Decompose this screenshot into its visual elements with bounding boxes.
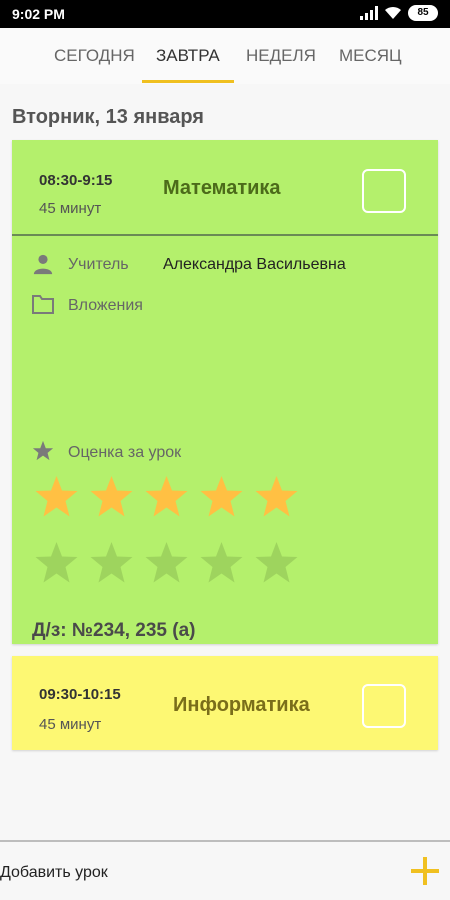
status-time: 9:02 PM — [12, 6, 65, 22]
star-filled-icon[interactable] — [89, 474, 134, 519]
lesson-time: 09:30-10:15 — [39, 686, 121, 703]
attachments-label[interactable]: Вложения — [68, 297, 143, 315]
rating-stars-row-2 — [34, 540, 299, 585]
person-icon — [33, 254, 53, 275]
homework-text: Д/з: №234, 235 (а) — [32, 620, 196, 641]
add-lesson-button[interactable] — [410, 856, 440, 886]
folder-icon — [32, 295, 54, 314]
tab-tomorrow[interactable]: ЗАВТРА — [156, 46, 220, 66]
rating-label: Оценка за урок — [68, 444, 182, 461]
card-divider — [12, 234, 438, 236]
lesson-done-checkbox[interactable] — [362, 684, 406, 728]
lesson-duration: 45 минут — [39, 716, 102, 733]
active-tab-indicator — [142, 80, 234, 83]
date-header: Вторник, 13 января — [12, 106, 204, 128]
lesson-subject: Математика — [163, 177, 281, 199]
star-empty-icon[interactable] — [34, 540, 79, 585]
tab-bar: СЕГОДНЯ ЗАВТРА НЕДЕЛЯ МЕСЯЦ — [0, 28, 450, 84]
add-lesson-label[interactable]: Добавить урок — [0, 864, 108, 882]
star-empty-icon[interactable] — [89, 540, 134, 585]
lesson-time: 08:30-9:15 — [39, 172, 113, 189]
lesson-duration: 45 минут — [39, 200, 102, 217]
status-icons: 85 — [360, 5, 438, 21]
lesson-done-checkbox[interactable] — [362, 169, 406, 213]
battery-indicator: 85 — [408, 5, 438, 21]
teacher-label: Учитель — [68, 256, 129, 273]
bottom-bar: Добавить урок — [0, 840, 450, 900]
status-bar: 9:02 PM 85 — [0, 0, 450, 28]
tab-week[interactable]: НЕДЕЛЯ — [246, 46, 316, 66]
star-filled-icon[interactable] — [144, 474, 189, 519]
star-empty-icon[interactable] — [254, 540, 299, 585]
star-filled-icon[interactable] — [199, 474, 244, 519]
star-filled-icon[interactable] — [254, 474, 299, 519]
star-filled-icon[interactable] — [34, 474, 79, 519]
wifi-icon — [385, 6, 401, 19]
rating-stars-row-1 — [34, 474, 299, 519]
tab-today[interactable]: СЕГОДНЯ — [54, 46, 135, 66]
star-empty-icon[interactable] — [199, 540, 244, 585]
lesson-subject: Информатика — [173, 694, 310, 716]
signal-icon — [360, 6, 378, 20]
star-empty-icon[interactable] — [144, 540, 189, 585]
star-icon — [32, 440, 54, 461]
lesson-card-math[interactable]: 08:30-9:15 45 минут Математика Учитель А… — [12, 140, 438, 644]
teacher-name[interactable]: Александра Васильевна — [163, 256, 346, 274]
lesson-card-informatics[interactable]: 09:30-10:15 45 минут Информатика — [12, 656, 438, 750]
tab-month[interactable]: МЕСЯЦ — [339, 46, 402, 66]
